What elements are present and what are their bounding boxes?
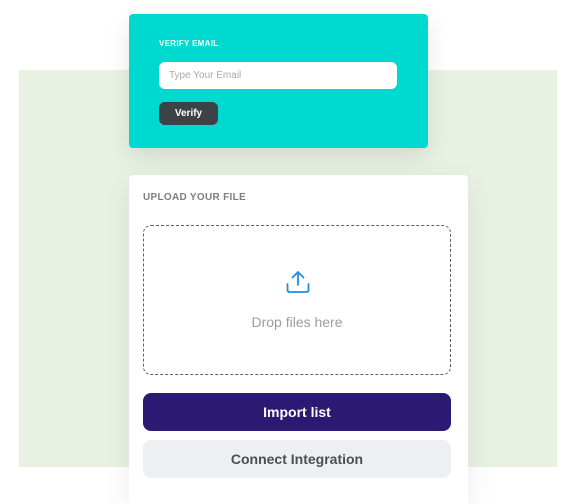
upload-icon bbox=[286, 271, 310, 293]
dropzone-text: Drop files here bbox=[251, 314, 343, 330]
import-list-button[interactable]: Import list bbox=[143, 393, 451, 431]
upload-card: UPLOAD YOUR FILE Drop files here Import … bbox=[129, 175, 468, 504]
email-input[interactable] bbox=[159, 62, 397, 89]
connect-integration-button[interactable]: Connect Integration bbox=[143, 440, 451, 478]
verify-email-title: VERIFY EMAIL bbox=[159, 39, 219, 48]
verify-email-card: VERIFY EMAIL Verify bbox=[129, 14, 428, 148]
upload-title: UPLOAD YOUR FILE bbox=[143, 192, 246, 203]
verify-button[interactable]: Verify bbox=[159, 102, 218, 125]
file-dropzone[interactable]: Drop files here bbox=[143, 225, 451, 375]
page: VERIFY EMAIL Verify UPLOAD YOUR FILE Dro… bbox=[0, 0, 571, 504]
